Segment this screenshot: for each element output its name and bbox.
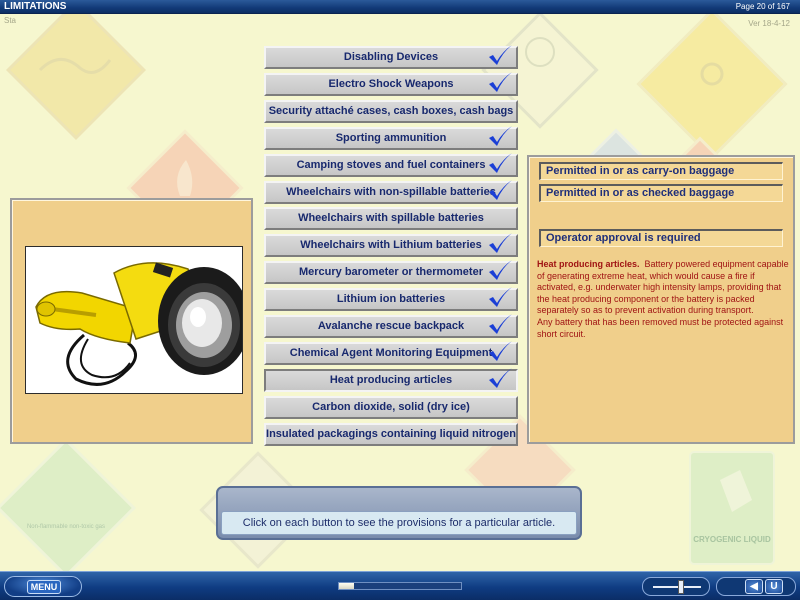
article-button[interactable]: Sporting ammunition — [264, 126, 518, 150]
article-button[interactable]: Wheelchairs with non-spillable batteries — [264, 180, 518, 204]
article-button-label: Security attaché cases, cash boxes, cash… — [268, 105, 514, 117]
article-button[interactable]: Wheelchairs with Lithium batteries — [264, 233, 518, 257]
section-code: Sta — [4, 16, 17, 25]
article-button-label: Chemical Agent Monitoring Equipment — [289, 347, 493, 359]
article-button[interactable]: Chemical Agent Monitoring Equipment — [264, 341, 518, 365]
slider-thumb[interactable] — [678, 580, 685, 594]
volume-slider[interactable] — [642, 577, 710, 596]
navigation-bar: MENU ◀ U — [0, 571, 800, 600]
instruction-text: Click on each button to see the provisio… — [221, 511, 577, 535]
checkmark-icon — [489, 233, 512, 253]
bg-caption-right: CRYOGENIC LIQUID — [693, 535, 771, 544]
checkmark-icon — [489, 153, 512, 173]
back-arrow-icon[interactable]: ◀ — [745, 579, 763, 594]
article-button[interactable]: Wheelchairs with spillable batteries — [264, 207, 518, 230]
article-button-label: Wheelchairs with non-spillable batteries — [286, 186, 496, 198]
article-button[interactable]: Insulated packagings containing liquid n… — [264, 423, 518, 446]
article-button-label: Disabling Devices — [343, 51, 439, 63]
window-title: LIMITATIONS — [4, 1, 67, 12]
checkmark-icon — [489, 72, 512, 92]
menu-button[interactable]: MENU — [4, 576, 82, 597]
article-button[interactable]: Camping stoves and fuel containers — [264, 153, 518, 177]
article-button[interactable]: Lithium ion batteries — [264, 287, 518, 311]
article-button[interactable]: Avalanche rescue backpack — [264, 314, 518, 338]
page-navigation: ◀ U — [716, 577, 796, 596]
bg-caption-left: Non-flammable non-toxic gas — [27, 524, 105, 530]
article-button-label: Carbon dioxide, solid (dry ice) — [312, 401, 470, 413]
article-image-panel — [10, 198, 253, 444]
version-label: Ver 18-4-12 — [748, 19, 790, 28]
diving-torch-illustration — [35, 262, 250, 386]
checkmark-icon — [489, 45, 512, 65]
progress-fill — [339, 583, 354, 589]
operator-approval-provision: Operator approval is required — [539, 229, 783, 247]
exit-button[interactable]: U — [765, 579, 783, 594]
page-indicator: Page 20 of 167 — [735, 2, 790, 11]
title-bar: LIMITATIONS Page 20 of 167 — [0, 0, 800, 14]
article-button[interactable]: Heat producing articles — [264, 368, 518, 392]
article-button-label: Electro Shock Weapons — [328, 78, 454, 90]
article-button-label: Camping stoves and fuel containers — [296, 159, 486, 171]
article-button-label: Insulated packagings containing liquid n… — [266, 428, 516, 440]
article-button-label: Lithium ion batteries — [336, 293, 446, 305]
checkmark-icon — [489, 368, 512, 388]
article-button-label: Wheelchairs with Lithium batteries — [300, 239, 482, 251]
article-button-label: Avalanche rescue backpack — [317, 320, 465, 332]
slider-track — [653, 586, 701, 588]
article-button-label: Heat producing articles — [329, 374, 453, 386]
course-progress-bar — [338, 582, 462, 590]
checkmark-icon — [489, 287, 512, 307]
article-button[interactable]: Mercury barometer or thermometer — [264, 260, 518, 284]
instruction-box: Click on each button to see the provisio… — [216, 486, 582, 540]
menu-label: MENU — [27, 580, 61, 594]
carry-on-provision: Permitted in or as carry-on baggage — [539, 162, 783, 180]
article-button-list: Disabling Devices Electro Shock Weapons Se… — [264, 45, 519, 446]
provisions-panel: Permitted in or as carry-on baggage Perm… — [527, 155, 795, 444]
article-button[interactable]: Electro Shock Weapons — [264, 72, 518, 96]
checkmark-icon — [489, 314, 512, 334]
checkmark-icon — [489, 126, 512, 146]
checked-baggage-provision: Permitted in or as checked baggage — [539, 184, 783, 202]
article-button[interactable]: Security attaché cases, cash boxes, cash… — [264, 100, 518, 123]
article-button-label: Mercury barometer or thermometer — [298, 266, 483, 278]
article-photo — [25, 246, 250, 394]
article-description: Heat producing articles. Battery powered… — [537, 259, 789, 340]
article-button-label: Wheelchairs with spillable batteries — [298, 212, 484, 224]
description-heading: Heat producing articles. — [537, 259, 640, 269]
description-note: Any battery that has been removed must b… — [537, 316, 784, 339]
article-button-label: Sporting ammunition — [335, 132, 447, 144]
article-button[interactable]: Disabling Devices — [264, 45, 518, 69]
article-button[interactable]: Carbon dioxide, solid (dry ice) — [264, 396, 518, 419]
checkmark-icon — [489, 260, 512, 280]
